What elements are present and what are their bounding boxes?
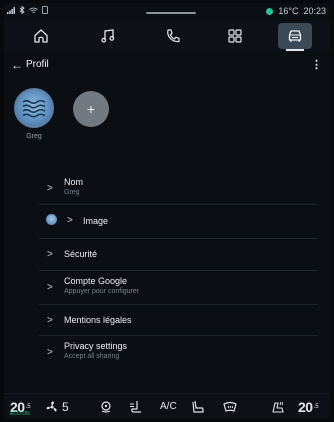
profile-avatar-greg[interactable] (14, 88, 54, 128)
privacy-label: Privacy settings (64, 341, 128, 351)
seat-airflow-icon (130, 401, 141, 413)
add-profile-button[interactable]: + (73, 91, 109, 127)
nav-music[interactable] (91, 23, 125, 49)
chevron-right-icon: > (47, 315, 53, 326)
airflow-button[interactable] (98, 400, 114, 414)
eco-label: ECO ON (10, 411, 30, 417)
divider (39, 238, 318, 239)
nav-apps[interactable] (218, 23, 252, 49)
list-item-image[interactable]: > Image (4, 207, 330, 237)
ac-button[interactable]: A/C (160, 401, 177, 412)
music-icon (101, 29, 115, 43)
list-item-securite[interactable]: > Sécurité (4, 241, 330, 271)
phone-icon (167, 29, 180, 43)
passenger-temperature[interactable]: 20.5 (298, 399, 319, 415)
divider (39, 304, 318, 305)
screen: 16°C 20:23 ← Profil ⋮ Greg + > Nom Greg … (4, 3, 330, 419)
privacy-subtitle: Accept all sharing (64, 353, 120, 360)
drawer-handle[interactable] (146, 12, 196, 14)
seat-airflow-button[interactable] (128, 400, 144, 414)
apps-icon (228, 29, 242, 43)
list-item-compte-google[interactable]: > Compte Google Appuyer pour configurer (4, 273, 330, 303)
chevron-right-icon: > (47, 347, 53, 358)
fan-speed-control[interactable]: 5 (44, 400, 69, 414)
more-options-icon[interactable]: ⋮ (311, 58, 322, 71)
securite-label: Sécurité (64, 249, 98, 259)
divider (39, 204, 318, 205)
top-navigation (4, 21, 330, 51)
airflow-icon (101, 401, 111, 413)
outside-temperature: 16°C (278, 6, 299, 16)
car-icon (288, 30, 302, 42)
chevron-right-icon: > (47, 282, 53, 293)
back-button[interactable]: ← (11, 58, 23, 72)
list-item-privacy-settings[interactable]: > Privacy settings Accept all sharing (4, 338, 330, 368)
seat-heat-icon (272, 401, 284, 413)
clock: 20:23 (303, 6, 326, 16)
google-label: Compte Google (64, 276, 128, 286)
page-title: Profil (26, 59, 49, 70)
connected-status-icon (266, 7, 274, 15)
seat-icon (192, 400, 204, 413)
bluetooth-icon (19, 5, 25, 16)
chevron-right-icon: > (67, 215, 73, 226)
mentions-label: Mentions légales (64, 315, 132, 325)
passenger-temp-decimal: .5 (313, 404, 319, 410)
driver-temp-decimal: .5 (25, 404, 31, 410)
status-bar: 16°C 20:23 (4, 3, 330, 21)
nom-value: Greg (64, 189, 80, 196)
passenger-seat-button[interactable] (270, 400, 286, 414)
divider (39, 335, 318, 336)
passenger-temp-value: 20 (298, 399, 313, 415)
nav-vehicle[interactable] (278, 23, 312, 51)
chevron-right-icon: > (47, 249, 53, 260)
seat-heating-button[interactable] (190, 400, 206, 414)
fan-speed-value: 5 (62, 400, 69, 414)
waves-avatar-icon (22, 99, 46, 118)
nav-home[interactable] (24, 23, 58, 49)
home-icon (34, 29, 48, 43)
status-info: 16°C 20:23 (266, 6, 326, 16)
fan-icon (46, 401, 57, 412)
plus-icon: + (86, 101, 96, 117)
phone-status-icon (42, 6, 48, 16)
list-item-nom[interactable]: > Nom Greg (4, 175, 330, 205)
list-item-mentions-legales[interactable]: > Mentions légales (4, 307, 330, 337)
defrost-button[interactable] (222, 400, 238, 414)
climate-bar: 20.5 ECO ON 5 A/C 20.5 (4, 393, 330, 419)
divider (39, 270, 318, 271)
profile-name: Greg (26, 133, 42, 140)
windshield-defrost-icon (223, 401, 237, 412)
chevron-right-icon: > (47, 183, 53, 194)
wifi-icon (29, 7, 38, 16)
nav-phone[interactable] (156, 23, 190, 49)
page-header: ← Profil ⋮ (4, 55, 330, 77)
image-thumbnail-icon (46, 214, 57, 225)
image-label: Image (83, 216, 109, 226)
nom-label: Nom (64, 177, 84, 187)
signal-icon (7, 6, 15, 16)
status-icons (7, 5, 48, 16)
ac-label: A/C (160, 401, 177, 412)
google-subtitle: Appuyer pour configurer (64, 288, 140, 295)
